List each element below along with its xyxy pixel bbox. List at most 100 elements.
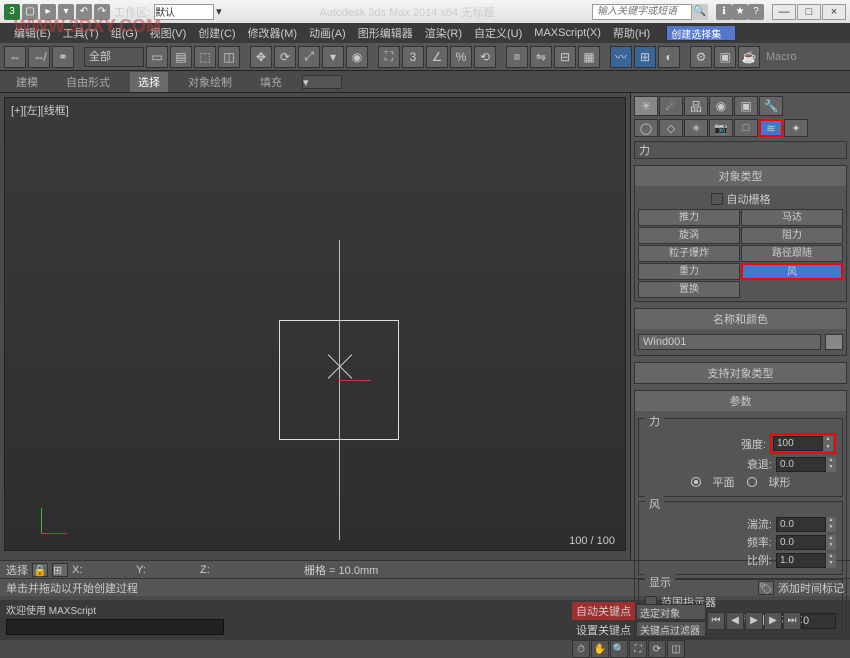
snap-icon[interactable]: 3 [402, 46, 424, 68]
orbit-icon[interactable]: ⟳ [648, 640, 666, 658]
maximize-button[interactable]: □ [797, 4, 821, 20]
select-name-icon[interactable]: ▤ [170, 46, 192, 68]
next-frame-icon[interactable]: ▶ [764, 612, 782, 630]
selection-set-dropdown[interactable]: 创建选择集 [666, 25, 736, 41]
obj-pbomb[interactable]: 粒子爆炸 [638, 245, 740, 262]
mirror-icon[interactable]: ⇋ [530, 46, 552, 68]
radio-spherical[interactable] [747, 477, 757, 487]
sub-systems-icon[interactable]: ✦ [784, 119, 808, 137]
percent-snap-icon[interactable]: % [450, 46, 472, 68]
selection-filter[interactable]: 全部 [84, 47, 144, 67]
turbulence-spinner[interactable]: ▲▼ [776, 517, 836, 532]
ribbon-dropdown[interactable]: ▾ [302, 75, 342, 89]
obj-vortex[interactable]: 旋涡 [638, 227, 740, 244]
sub-geometry-icon[interactable]: ◯ [634, 119, 658, 137]
autokey-button[interactable]: 自动关键点 [572, 602, 635, 620]
window-cross-icon[interactable]: ◫ [218, 46, 240, 68]
search-input[interactable] [592, 4, 692, 20]
star-icon[interactable]: ★ [732, 4, 748, 20]
info-icon[interactable]: ℹ [716, 4, 732, 20]
curve-editor-icon[interactable]: 〰 [610, 46, 632, 68]
bind-icon[interactable]: ⚭ [52, 46, 74, 68]
menu-item[interactable]: 渲染(R) [419, 23, 468, 43]
autogrid-checkbox[interactable] [711, 193, 723, 205]
menu-item[interactable]: 帮助(H) [607, 23, 656, 43]
obj-displace[interactable]: 置换 [638, 281, 740, 298]
sub-cameras-icon[interactable]: 📷 [709, 119, 733, 137]
category-dropdown[interactable]: 力 [634, 141, 847, 159]
tab-hierarchy-icon[interactable]: 品 [684, 96, 708, 116]
play-icon[interactable]: ▶ [745, 612, 763, 630]
named-sel-icon[interactable]: ≡ [506, 46, 528, 68]
render-icon[interactable]: ☕ [738, 46, 760, 68]
search-icon[interactable]: 🔍 [692, 4, 708, 20]
tab-display-icon[interactable]: ▣ [734, 96, 758, 116]
pan-icon[interactable]: ✋ [591, 640, 609, 658]
tab-utilities-icon[interactable]: 🔧 [759, 96, 783, 116]
time-config-icon[interactable]: ⏱ [572, 640, 590, 658]
tab-paint[interactable]: 对象绘制 [180, 72, 240, 92]
menu-item[interactable]: 修改器(M) [242, 23, 304, 43]
sub-lights-icon[interactable]: ☀ [684, 119, 708, 137]
sub-helpers-icon[interactable]: □ [734, 119, 758, 137]
select-icon[interactable]: ▭ [146, 46, 168, 68]
rollout-header[interactable]: 对象类型 [635, 166, 846, 186]
close-button[interactable]: × [822, 4, 846, 20]
obj-drag[interactable]: 阻力 [741, 227, 843, 244]
maximize-vp-icon[interactable]: ◫ [667, 640, 685, 658]
tab-create-icon[interactable]: ✳ [634, 96, 658, 116]
radio-planar[interactable] [691, 477, 701, 487]
prev-frame-icon[interactable]: ◀ [726, 612, 744, 630]
select-rect-icon[interactable]: ⬚ [194, 46, 216, 68]
key-filter-dropdown[interactable]: 关键点过滤器 [636, 621, 706, 637]
object-name-input[interactable] [638, 334, 821, 350]
menu-item[interactable]: 动画(A) [303, 23, 352, 43]
rollout-header[interactable]: 支持对象类型 [635, 363, 846, 383]
obj-push[interactable]: 推力 [638, 209, 740, 226]
strength-spinner[interactable]: ▲▼ [770, 433, 836, 454]
align-icon[interactable]: ⊟ [554, 46, 576, 68]
workspace-select[interactable] [154, 4, 214, 20]
tab-populate[interactable]: 填充 [252, 72, 290, 92]
material-icon[interactable]: ◐ [658, 46, 680, 68]
maxscript-listener[interactable] [6, 619, 224, 635]
rotate-icon[interactable]: ⟳ [274, 46, 296, 68]
viewport[interactable]: [+][左][线框] 100 / 100 [4, 97, 626, 551]
angle-snap-icon[interactable]: ∠ [426, 46, 448, 68]
minimize-button[interactable]: — [772, 4, 796, 20]
obj-pathfollow[interactable]: 路径跟随 [741, 245, 843, 262]
timetag-icon[interactable]: 🏷 [758, 581, 774, 595]
lock-sel-icon[interactable]: 🔒 [32, 563, 48, 577]
viewport-label[interactable]: [+][左][线框] [11, 102, 69, 118]
pivot-icon[interactable]: ◉ [346, 46, 368, 68]
obj-motor[interactable]: 马达 [741, 209, 843, 226]
tab-modeling[interactable]: 建模 [8, 72, 46, 92]
goto-start-icon[interactable]: ⏮ [707, 612, 725, 630]
menu-item[interactable]: 自定义(U) [468, 23, 528, 43]
menu-item[interactable]: 创建(C) [192, 23, 241, 43]
object-color-swatch[interactable] [825, 334, 843, 350]
frame-input[interactable] [802, 613, 836, 629]
setkey-button[interactable]: 设置关键点 [572, 621, 635, 639]
decay-spinner[interactable]: ▲▼ [776, 457, 836, 472]
selection-mode-dropdown[interactable]: 选定对象 [636, 604, 706, 620]
abs-icon[interactable]: ⊞ [52, 563, 68, 577]
scale-icon[interactable]: ⤢ [298, 46, 320, 68]
menu-item[interactable]: 图形编辑器 [352, 23, 419, 43]
menu-item[interactable]: MAXScript(X) [528, 25, 607, 41]
unlink-icon[interactable]: ⇎ [28, 46, 50, 68]
sub-shapes-icon[interactable]: ◇ [659, 119, 683, 137]
link-icon[interactable]: ⇔ [4, 46, 26, 68]
help-icon[interactable]: ? [748, 4, 764, 20]
goto-end-icon[interactable]: ⏭ [783, 612, 801, 630]
manip-icon[interactable]: ⛶ [378, 46, 400, 68]
obj-wind[interactable]: 风 [741, 263, 843, 280]
render-setup-icon[interactable]: ⚙ [690, 46, 712, 68]
zoom-icon[interactable]: 🔍 [610, 640, 628, 658]
render-frame-icon[interactable]: ▣ [714, 46, 736, 68]
layer-icon[interactable]: ▦ [578, 46, 600, 68]
scale-spinner[interactable]: ▲▼ [776, 553, 836, 568]
tab-modify-icon[interactable]: ☄ [659, 96, 683, 116]
move-icon[interactable]: ✥ [250, 46, 272, 68]
obj-gravity[interactable]: 重力 [638, 263, 740, 280]
